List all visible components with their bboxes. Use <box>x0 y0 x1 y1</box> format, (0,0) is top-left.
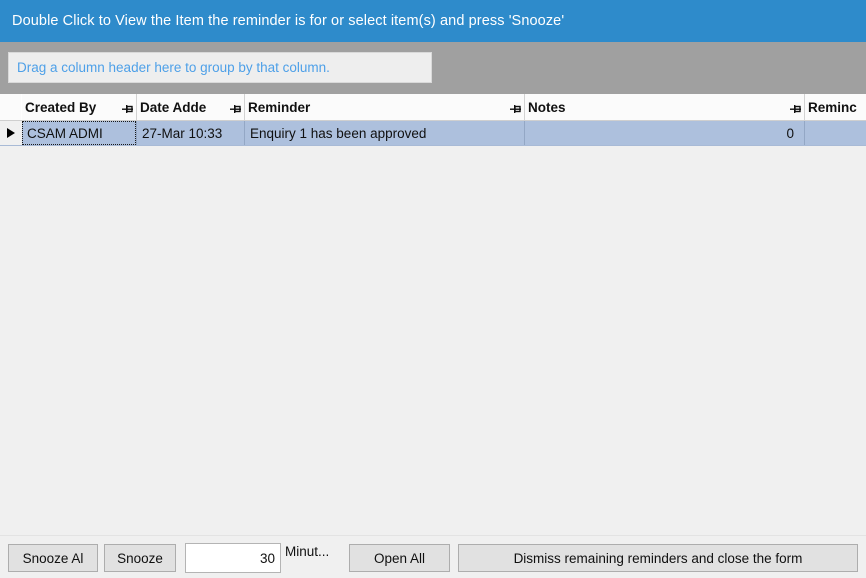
cell-date-added-value: 27-Mar 10:33 <box>142 125 223 141</box>
open-all-button[interactable]: Open All <box>349 544 450 572</box>
row-selector-triangle[interactable] <box>0 121 22 145</box>
instruction-banner: Double Click to View the Item the remind… <box>0 0 866 42</box>
reminders-window: Double Click to View the Item the remind… <box>0 0 866 578</box>
column-divider-icon[interactable] <box>230 102 241 113</box>
bottom-toolbar: Snooze Al Snooze 30 Minut... Open All Di… <box>0 535 866 578</box>
row-selector-triangle-icon <box>7 128 15 138</box>
column-header-created-by-label: Created By <box>25 99 97 115</box>
group-by-hint-text: Drag a column header here to group by th… <box>17 60 330 75</box>
column-header-created-by[interactable]: Created By <box>22 94 137 120</box>
column-divider-icon[interactable] <box>122 102 133 113</box>
column-header-reminder-count-label: Reminc <box>808 99 857 115</box>
column-header-reminder-label: Reminder <box>248 99 311 115</box>
column-header-notes-label: Notes <box>528 99 566 115</box>
snooze-minutes-input[interactable]: 30 <box>185 543 281 573</box>
column-divider-icon[interactable] <box>510 102 521 113</box>
cell-date-added[interactable]: 27-Mar 10:33 <box>137 121 245 145</box>
column-header-date-added[interactable]: Date Adde <box>137 94 245 120</box>
snooze-minutes-value: 30 <box>259 550 275 566</box>
column-header-date-added-label: Date Adde <box>140 99 207 115</box>
cell-created-by-value: CSAM ADMI <box>27 125 103 141</box>
column-header-reminder[interactable]: Reminder <box>245 94 525 120</box>
cell-reminder-count[interactable] <box>805 121 866 145</box>
column-divider-icon[interactable] <box>790 102 801 113</box>
snooze-all-button[interactable]: Snooze Al <box>8 544 98 572</box>
cell-created-by[interactable]: CSAM ADMI <box>22 121 137 145</box>
snooze-button[interactable]: Snooze <box>104 544 176 572</box>
snooze-minutes-label: Minut... <box>285 544 330 559</box>
column-header-reminder-count[interactable]: Reminc <box>805 94 866 120</box>
instruction-banner-text: Double Click to View the Item the remind… <box>12 13 565 29</box>
dismiss-and-close-button[interactable]: Dismiss remaining reminders and close th… <box>458 544 858 572</box>
column-header-notes[interactable]: Notes <box>525 94 805 120</box>
grid-header-indicator-corner <box>0 94 22 120</box>
grid-header-row: Created By Date Adde Reminder Notes Remi… <box>0 94 866 121</box>
grid-body: CSAM ADMI 27-Mar 10:33 Enquiry 1 has bee… <box>0 121 866 534</box>
cell-notes-value: 0 <box>786 125 794 141</box>
cell-notes[interactable]: 0 <box>525 121 805 145</box>
cell-reminder-value: Enquiry 1 has been approved <box>250 125 427 141</box>
cell-reminder[interactable]: Enquiry 1 has been approved <box>245 121 525 145</box>
reminders-grid: Created By Date Adde Reminder Notes Remi… <box>0 94 866 535</box>
group-by-dropzone[interactable]: Drag a column header here to group by th… <box>8 52 432 83</box>
table-row[interactable]: CSAM ADMI 27-Mar 10:33 Enquiry 1 has bee… <box>0 121 866 146</box>
group-by-strip: Drag a column header here to group by th… <box>0 42 866 94</box>
